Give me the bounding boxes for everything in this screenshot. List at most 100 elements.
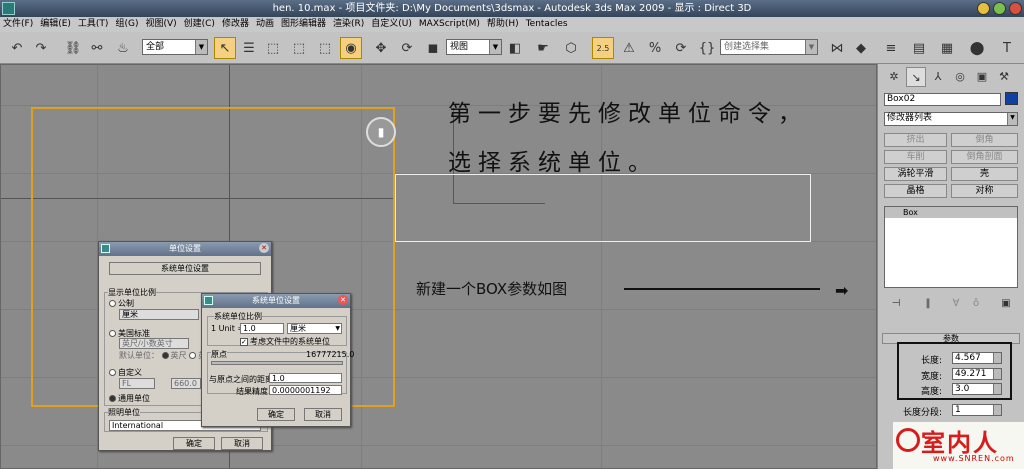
turbosmooth-button[interactable]: 涡轮平滑 [884,167,947,181]
close-icon[interactable]: ✕ [338,295,348,305]
configure-sets-icon[interactable]: ▣ [996,294,1016,314]
respect-files-checkbox[interactable]: ✓ 考虑文件中的系统单位 [240,336,330,347]
select-object-icon[interactable]: ↖ [214,37,236,59]
snap-toggle-icon[interactable]: 2.5 [592,37,614,59]
width-spinner[interactable]: 49.271 [952,368,1002,380]
spinner-arrows-icon[interactable] [993,405,1001,415]
window-crossing-toggle-icon[interactable]: ◉ [340,37,362,59]
manipulate-icon[interactable]: ☛ [532,37,554,59]
shell-button[interactable]: 壳 [951,167,1018,181]
menu-animation[interactable]: 动画 [256,19,274,29]
schematic-view-icon[interactable]: ▦ [936,37,958,59]
maximize-button[interactable] [993,2,1006,15]
spinner-arrows-icon[interactable] [993,384,1001,394]
window-crossing-icon[interactable]: ⬚ [288,37,310,59]
link-icon[interactable]: ⛓ [62,37,84,59]
motion-tab-icon[interactable]: ◎ [950,67,970,87]
menu-tentacles[interactable]: Tentacles [526,19,568,29]
redo-icon[interactable]: ↷ [30,37,52,59]
rotate-icon[interactable]: ⟳ [396,37,418,59]
system-unit-setup-button[interactable]: 系统单位设置 [109,262,261,275]
origin-slider[interactable] [211,361,343,365]
height-spinner[interactable]: 3.0 [952,383,1002,395]
named-selection-dropdown[interactable]: 创建选择集 ▼ [720,39,818,55]
lathe-button[interactable]: 车削 [884,150,947,164]
curve-editor-icon[interactable]: ▤ [908,37,930,59]
generic-units-radio[interactable]: 通用单位 [109,393,150,404]
angle-snap-icon[interactable]: ⚠ [618,37,640,59]
move-icon[interactable]: ✥ [370,37,392,59]
custom-radio[interactable]: 自定义 [109,367,142,378]
bevel-profile-button[interactable]: 倒角剖面 [951,150,1018,164]
pin-stack-icon[interactable]: ⊣ [886,294,906,314]
select-by-name-icon[interactable]: ☰ [238,37,260,59]
metric-select[interactable]: 厘米 [119,309,199,320]
reference-coord-dropdown[interactable]: 视图 ▼ [446,39,502,55]
stack-item-box[interactable]: Box [885,207,1017,218]
spinner-arrows-icon[interactable] [993,353,1001,363]
extrude-button[interactable]: 挤出 [884,133,947,147]
bevel-button[interactable]: 倒角 [951,133,1018,147]
material-editor-icon[interactable]: ⬤ [966,37,988,59]
mirror-icon[interactable]: ⋈ [826,37,848,59]
unlink-icon[interactable]: ⚯ [86,37,108,59]
keyboard-shortcut-icon[interactable]: ⬡ [560,37,582,59]
distance-field[interactable]: 1.0 [269,373,342,383]
selection-filter-dropdown[interactable]: 全部 ▼ [142,39,208,55]
system-ok-button[interactable]: 确定 [257,408,295,421]
bind-space-warp-icon[interactable]: ♨ [112,37,134,59]
symmetry-button[interactable]: 对称 [951,184,1018,198]
metric-radio[interactable]: 公制 [109,298,134,309]
us-standard-select[interactable]: 英尺/小数英寸 [119,338,189,349]
hierarchy-tab-icon[interactable]: ⅄ [928,67,948,87]
object-color-swatch[interactable] [1005,92,1018,105]
menu-create[interactable]: 创建(C) [184,19,215,29]
box-object-outline[interactable] [395,174,811,242]
menu-graph-editors[interactable]: 图形编辑器 [281,19,326,29]
menu-rendering[interactable]: 渲染(R) [333,19,364,29]
spinner-arrows-icon[interactable] [993,369,1001,379]
align-icon[interactable]: ◆ [850,37,872,59]
utilities-tab-icon[interactable]: ⚒ [994,67,1014,87]
menu-file[interactable]: 文件(F) [3,19,33,29]
menu-group[interactable]: 组(G) [115,19,138,29]
render-setup-icon[interactable]: T [996,37,1018,59]
lattice-button[interactable]: 晶格 [884,184,947,198]
menu-maxscript[interactable]: MAXScript(M) [419,19,480,29]
length-spinner[interactable]: 4.567 [952,352,1002,364]
spinner-snap-icon[interactable]: ⟳ [670,37,692,59]
modifier-stack[interactable]: Box [884,206,1018,288]
menu-customize[interactable]: 自定义(U) [371,19,412,29]
custom-value-field[interactable]: 660.0 [171,378,201,389]
modify-tab-icon[interactable]: ↘ [906,67,926,87]
make-unique-icon[interactable]: ∀ [946,294,966,314]
percent-snap-icon[interactable]: % [644,37,666,59]
length-segs-spinner[interactable]: 1 [952,404,1002,416]
modifier-list-dropdown[interactable]: 修改器列表 ▼ [884,112,1018,126]
units-cancel-button[interactable]: 取消 [221,437,263,450]
undo-icon[interactable]: ↶ [6,37,28,59]
minimize-button[interactable] [977,2,990,15]
rectangular-selection-icon[interactable]: ⬚ [262,37,284,59]
display-tab-icon[interactable]: ▣ [972,67,992,87]
units-ok-button[interactable]: 确定 [173,437,215,450]
remove-modifier-icon[interactable]: ô [966,294,986,314]
menu-modifiers[interactable]: 修改器 [222,19,249,29]
viewport-navigation-icon[interactable]: ▮ [366,117,396,147]
object-name-field[interactable]: Box02 [884,93,1001,106]
close-button[interactable] [1009,2,1022,15]
edit-named-selection-icon[interactable]: {} [696,37,718,59]
layer-manager-icon[interactable]: ≡ [880,37,902,59]
system-cancel-button[interactable]: 取消 [304,408,342,421]
select-region-icon[interactable]: ⬚ [314,37,336,59]
custom-name-field[interactable]: FL [119,378,155,389]
close-icon[interactable]: ✕ [259,243,269,253]
create-tab-icon[interactable]: ✲ [884,67,904,87]
pivot-center-icon[interactable]: ◧ [504,37,526,59]
menu-help[interactable]: 帮助(H) [487,19,519,29]
menu-edit[interactable]: 编辑(E) [40,19,71,29]
show-end-result-icon[interactable]: ‖ [918,294,938,314]
unit-type-select[interactable]: 厘米 ▼ [287,323,342,334]
menu-views[interactable]: 视图(V) [145,19,176,29]
menu-tools[interactable]: 工具(T) [78,19,109,29]
